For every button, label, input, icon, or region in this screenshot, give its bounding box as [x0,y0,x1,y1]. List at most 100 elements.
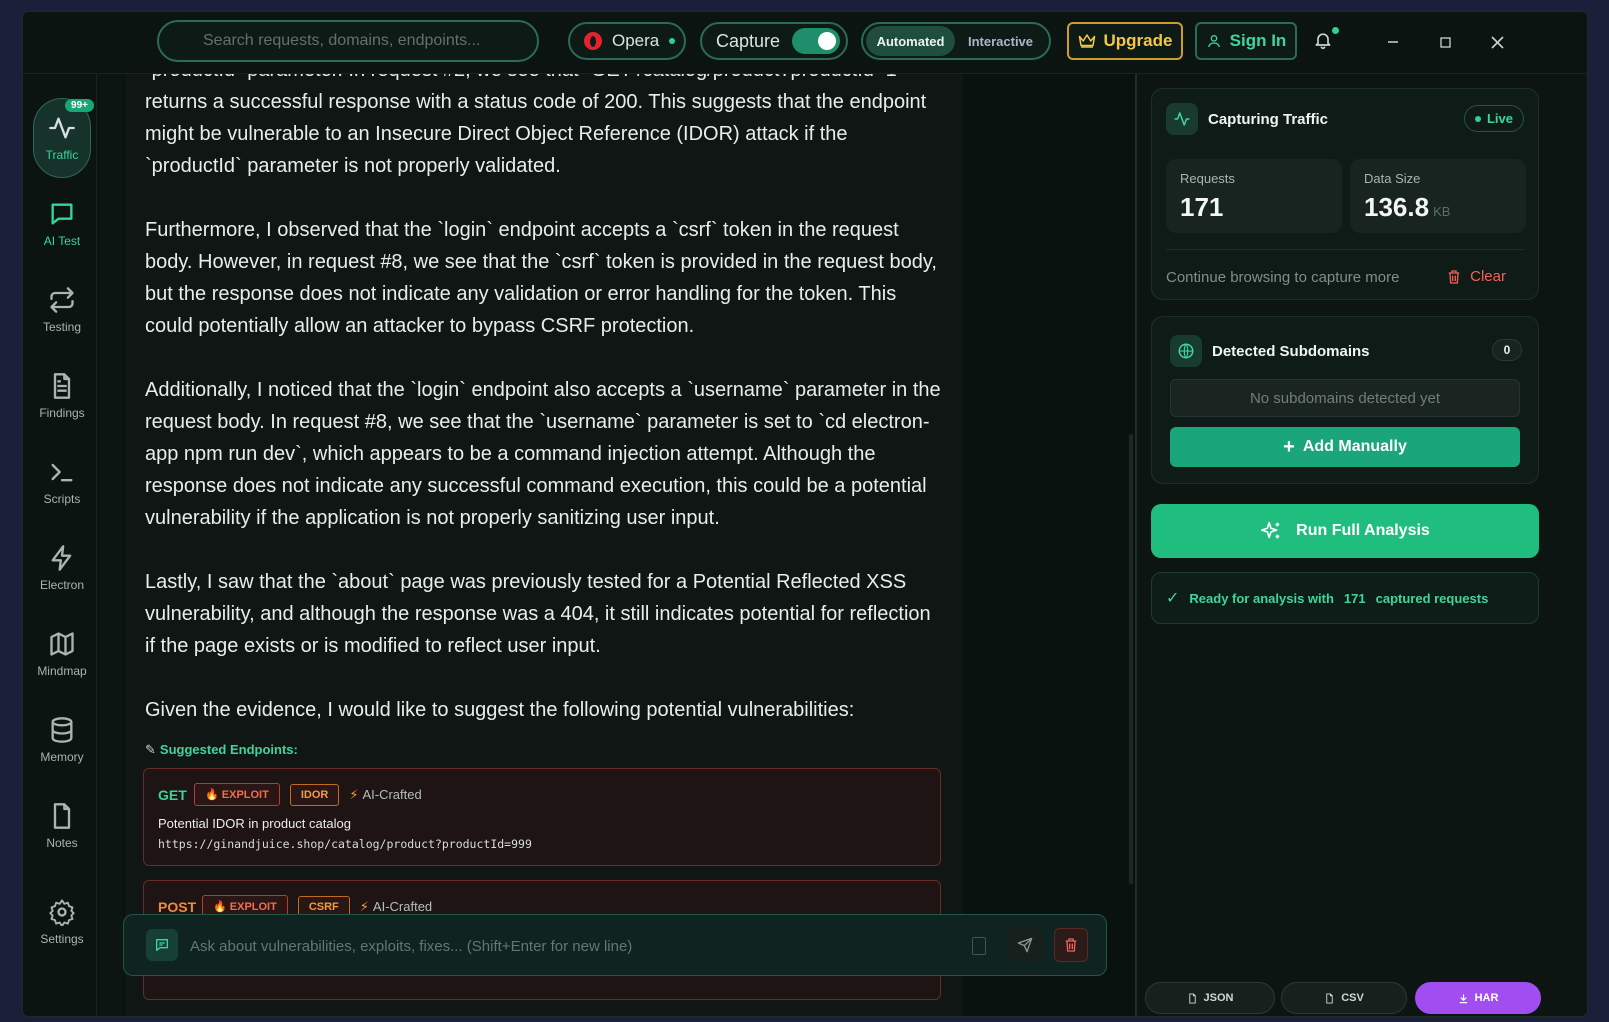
bolt-icon: ⚡ [359,898,369,914]
endpoint-url: https://ginandjuice.shop/catalog/product… [158,837,532,851]
maximize-button[interactable] [1435,32,1455,52]
sidebar: 99+ Traffic AI Test Testing Findings Scr… [23,74,97,1016]
gear-icon [49,899,75,926]
sidebar-item-memory[interactable]: Memory [33,700,91,780]
sidebar-item-label: Memory [40,750,84,764]
trash-icon [1448,269,1460,284]
requests-value: 171 [1180,192,1224,222]
browser-label: Opera [612,31,660,50]
close-button[interactable] [1487,32,1507,52]
suggested-endpoints-heading: ✎ Suggested Endpoints: [145,742,298,758]
endpoint-title: Potential IDOR in product catalog [158,816,351,831]
run-full-analysis-label: Run Full Analysis [1296,522,1430,539]
sidebar-item-mindmap[interactable]: Mindmap [33,614,91,694]
sidebar-item-findings[interactable]: Findings [33,356,91,436]
capture-toggle[interactable] [792,28,841,54]
browser-status-dot [669,38,676,44]
file-text-icon [53,373,71,399]
export-har-button[interactable]: HAR [1415,982,1541,1014]
export-json-label: JSON [1203,992,1234,1004]
ready-suffix: captured requests [1375,590,1489,606]
sidebar-item-label: Mindmap [37,664,87,678]
zap-icon [51,545,72,571]
download-icon [1459,993,1467,1003]
sidebar-item-scripts[interactable]: Scripts [33,442,91,522]
minimize-button[interactable] [1383,32,1403,52]
capture-control: Capture [700,22,848,60]
sidebar-item-label: Findings [39,406,85,420]
notification-button[interactable] [1313,27,1339,52]
vuln-type-tag: IDOR [289,783,340,806]
sidebar-item-traffic[interactable]: 99+ Traffic [33,98,94,178]
mode-interactive-button[interactable]: Interactive [955,26,1046,56]
sidebar-item-ai-test[interactable]: AI Test [33,184,91,264]
sign-in-label: Sign In [1229,31,1287,50]
message-paragraph: Additionally, I noticed that the `login`… [145,379,941,529]
clear-chat-button[interactable] [1054,928,1088,962]
top-bar: Opera Capture Automated Interactive Upgr… [23,12,1587,74]
message-paragraph: Lastly, I saw that the `about` page was … [145,571,931,657]
http-method: GET [158,786,187,803]
check-icon: ✓ [1166,590,1180,607]
chat-input[interactable] [190,933,950,959]
ai-crafted-label: ⚡ AI-Crafted [360,899,432,915]
plus-icon: + [1283,435,1295,458]
search-box[interactable] [157,20,539,62]
send-button[interactable] [1008,928,1042,962]
exploit-tag: 🔥 EXPLOIT [194,783,280,806]
ai-crafted-text: AI-Crafted [372,899,433,914]
file-icon [1188,992,1196,1004]
sidebar-item-label: AI Test [43,234,81,248]
minimize-icon [1388,41,1398,43]
requests-label: Requests [1180,171,1235,186]
capture-card: Capturing Traffic Live Requests 171 Data… [1151,88,1539,300]
sidebar-item-notes[interactable]: Notes [33,786,91,866]
run-full-analysis-button[interactable]: Run Full Analysis [1151,504,1539,558]
flame-icon: 🔥 [205,789,222,801]
endpoint-card[interactable]: GET 🔥 EXPLOIT IDOR ⚡ AI-Crafted Potential… [143,768,941,866]
browser-selector[interactable]: Opera [568,22,686,60]
chat-scrollbar[interactable] [1129,434,1133,884]
chat-area: `productId` parameter. In request #2, we… [123,74,1153,1016]
subdomains-header: Detected Subdomains [1170,335,1370,367]
sign-in-button[interactable]: Sign In [1195,22,1297,60]
close-icon [1490,35,1504,49]
ready-prefix: Ready for analysis with [1189,590,1334,606]
attach-toggle[interactable] [972,937,986,955]
requests-stat: Requests 171 [1166,159,1342,233]
clear-button[interactable]: Clear [1446,268,1506,285]
http-method: POST [158,898,197,915]
sidebar-item-settings[interactable]: Settings [33,882,91,962]
clear-label: Clear [1470,268,1506,285]
ready-count: 171 [1343,590,1366,606]
export-har-label: HAR [1474,992,1499,1004]
datasize-unit: KB [1433,204,1451,219]
export-csv-label: CSV [1341,992,1364,1004]
export-json-button[interactable]: JSON [1145,982,1275,1014]
upgrade-button[interactable]: Upgrade [1067,22,1183,60]
subdomains-title: Detected Subdomains [1212,342,1370,360]
sidebar-item-label: Notes [46,836,78,850]
assistant-message: `productId` parameter. In request #2, we… [145,74,945,758]
repeat-icon [50,287,74,313]
mode-switch: Automated Interactive [861,22,1051,60]
sidebar-item-testing[interactable]: Testing [33,270,91,350]
sidebar-item-electron[interactable]: Electron [33,528,91,608]
file-icon [1326,992,1333,1004]
notification-dot [1332,27,1339,34]
terminal-icon [51,463,73,482]
file-icon [53,803,71,829]
right-panel: Capturing Traffic Live Requests 171 Data… [1135,74,1549,1016]
export-csv-button[interactable]: CSV [1281,982,1407,1014]
flame-icon: 🔥 [213,901,230,913]
chat-scroll[interactable]: `productId` parameter. In request #2, we… [125,74,963,1016]
wand-icon: ✎ [145,742,156,757]
mode-automated-button[interactable]: Automated [866,26,956,56]
maximize-icon [1439,36,1451,48]
bolt-icon: ⚡ [349,786,359,802]
sidebar-item-label: Traffic [45,148,79,162]
continue-hint: Continue browsing to capture more [1166,269,1400,286]
sidebar-item-label: Testing [42,320,82,334]
add-manually-button[interactable]: + Add Manually [1170,427,1520,467]
search-input[interactable] [159,22,537,60]
